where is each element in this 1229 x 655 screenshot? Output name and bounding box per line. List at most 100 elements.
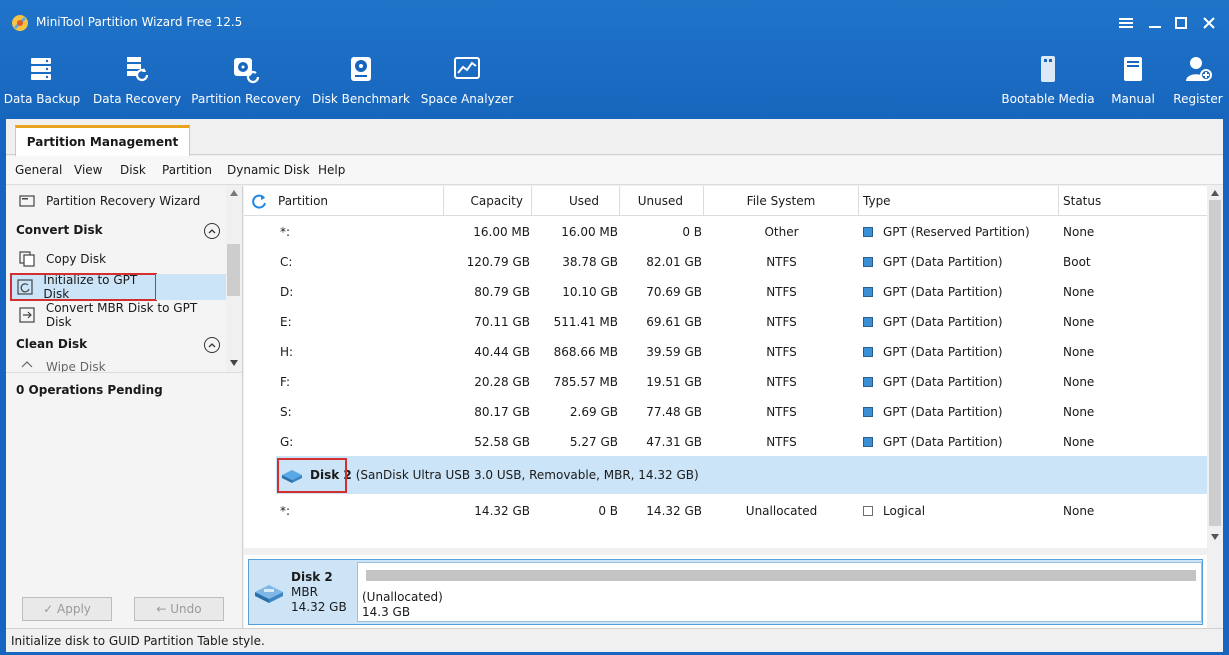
cell-partition: S:	[280, 405, 292, 419]
cell-type: GPT (Data Partition)	[863, 397, 1003, 427]
table-row[interactable]: *: 16.00 MB 16.00 MB 0 B Other GPT (Reserved …	[244, 217, 1207, 247]
col-used[interactable]: Used	[532, 186, 620, 216]
manual-button[interactable]: Manual	[1108, 54, 1158, 114]
copy-disk-item[interactable]: Copy Disk	[10, 246, 225, 272]
cell-status: None	[1063, 315, 1095, 329]
menu-disk[interactable]: Disk	[120, 163, 146, 177]
cell-status: None	[1063, 225, 1095, 239]
bootable-media-button[interactable]: Bootable Media	[1001, 54, 1095, 114]
data-backup-button[interactable]: Data Backup	[4, 54, 80, 114]
cell-type: GPT (Data Partition)	[863, 277, 1003, 307]
menu-view[interactable]: View	[74, 163, 102, 177]
cell-status: None	[1063, 285, 1095, 299]
menu-icon[interactable]	[1115, 12, 1137, 34]
menu-dynamic-disk[interactable]: Dynamic Disk	[227, 163, 310, 177]
table-scroll-up-icon[interactable]	[1211, 190, 1219, 196]
cell-type-label: GPT (Data Partition)	[883, 255, 1003, 269]
cell-used: 0 B	[598, 504, 618, 518]
collapse-clean-disk-icon[interactable]	[204, 337, 220, 353]
cell-type: GPT (Data Partition)	[863, 427, 1003, 457]
col-file-system[interactable]: File System	[704, 186, 859, 216]
space-analyzer-button[interactable]: Space Analyzer	[421, 54, 513, 114]
disk-map-usb-icon	[255, 585, 283, 603]
maximize-button[interactable]	[1170, 12, 1192, 34]
convert-mbr-to-gpt-item[interactable]: Convert MBR Disk to GPT Disk	[10, 301, 225, 329]
initialize-gpt-label: Initialize to GPT Disk	[43, 273, 138, 301]
cell-type-label: GPT (Data Partition)	[883, 405, 1003, 419]
cell-type: GPT (Reserved Partition)	[863, 217, 1030, 247]
title-bar: MiniTool Partition Wizard Free 12.5	[0, 0, 1229, 44]
table-row[interactable]: E: 70.11 GB 511.41 MB 69.61 GB NTFS GPT (Data…	[244, 307, 1207, 337]
operations-panel: Partition Recovery Wizard Convert Disk C…	[6, 186, 243, 628]
menu-partition[interactable]: Partition	[162, 163, 212, 177]
cell-partition: E:	[280, 315, 292, 329]
disk-benchmark-button[interactable]: Disk Benchmark	[312, 54, 410, 114]
tab-partition-management[interactable]: Partition Management	[15, 125, 190, 156]
diskmap-scrollbar[interactable]	[1207, 555, 1223, 628]
col-type[interactable]: Type	[859, 186, 1059, 216]
disk-map-name: Disk 2	[291, 570, 333, 584]
tab-bar: Partition Management	[6, 119, 1223, 156]
undo-button[interactable]: ← Undo	[134, 597, 224, 621]
cell-type-label: GPT (Data Partition)	[883, 345, 1003, 359]
table-header: Partition Capacity Used Unused File Syst…	[244, 186, 1207, 216]
partition-recovery-button[interactable]: Partition Recovery	[191, 54, 301, 114]
cell-file-system: NTFS	[766, 375, 797, 389]
minimize-button[interactable]	[1144, 12, 1166, 34]
collapse-convert-disk-icon[interactable]	[204, 223, 220, 239]
section-convert-disk: Convert Disk	[16, 223, 103, 237]
col-unused[interactable]: Unused	[620, 186, 704, 216]
table-row[interactable]: *: 14.32 GB 0 B 14.32 GB Unallocated Log…	[244, 496, 1207, 526]
sidebar-scroll-thumb[interactable]	[227, 244, 240, 296]
register-button[interactable]: Register	[1172, 54, 1224, 114]
cell-file-system: NTFS	[766, 435, 797, 449]
cell-used: 785.57 MB	[553, 375, 618, 389]
wipe-disk-item[interactable]: Wipe Disk	[10, 360, 225, 372]
cell-partition: D:	[280, 285, 294, 299]
cell-type: Logical	[863, 496, 925, 526]
menu-general[interactable]: General	[15, 163, 62, 177]
disk2-row[interactable]: Disk 2 (SanDisk Ultra USB 3.0 USB, Remov…	[276, 456, 1207, 494]
col-partition[interactable]: Partition	[274, 186, 444, 216]
data-recovery-button[interactable]: Data Recovery	[93, 54, 181, 114]
table-scroll-thumb[interactable]	[1209, 200, 1221, 526]
wizard-icon	[18, 192, 36, 210]
disk-map-card[interactable]: Disk 2 MBR 14.32 GB (Unallocated) 14.3 G…	[248, 559, 1203, 625]
cell-partition: G:	[280, 435, 294, 449]
unallocated-block[interactable]: (Unallocated) 14.3 GB	[357, 562, 1202, 622]
cell-status: None	[1063, 504, 1095, 518]
main-window: Partition Management General View Disk P…	[6, 119, 1223, 652]
table-scroll-down-icon[interactable]	[1211, 534, 1219, 540]
refresh-icon[interactable]	[250, 192, 268, 210]
cell-status: None	[1063, 345, 1095, 359]
table-row[interactable]: S: 80.17 GB 2.69 GB 77.48 GB NTFS GPT (Data P…	[244, 397, 1207, 427]
cell-file-system: NTFS	[766, 405, 797, 419]
table-row[interactable]: C: 120.79 GB 38.78 GB 82.01 GB NTFS GPT (Data…	[244, 247, 1207, 277]
table-row[interactable]: G: 52.58 GB 5.27 GB 47.31 GB NTFS GPT (Data P…	[244, 427, 1207, 457]
table-vertical-scrollbar[interactable]	[1207, 186, 1223, 548]
cell-type-label: GPT (Data Partition)	[883, 315, 1003, 329]
menu-bar: General View Disk Partition Dynamic Disk…	[6, 156, 1223, 185]
cell-unused: 70.69 GB	[646, 285, 702, 299]
close-button[interactable]	[1198, 12, 1220, 34]
table-row[interactable]: H: 40.44 GB 868.66 MB 39.59 GB NTFS GPT (Data…	[244, 337, 1207, 367]
scroll-down-icon[interactable]	[230, 360, 238, 366]
disk-benchmark-icon	[351, 57, 371, 81]
col-capacity[interactable]: Capacity	[444, 186, 532, 216]
disk-map-style: MBR	[291, 585, 318, 599]
scroll-up-icon[interactable]	[230, 190, 238, 196]
cell-file-system: NTFS	[766, 345, 797, 359]
type-swatch-icon	[863, 506, 873, 516]
initialize-to-gpt-disk-item[interactable]: Initialize to GPT Disk	[10, 273, 157, 301]
table-row[interactable]: F: 20.28 GB 785.57 MB 19.51 GB NTFS GPT (Data…	[244, 367, 1207, 397]
table-row[interactable]: D: 80.79 GB 10.10 GB 70.69 GB NTFS GPT (Data …	[244, 277, 1207, 307]
col-status[interactable]: Status	[1059, 186, 1207, 216]
apply-button[interactable]: ✓ Apply	[22, 597, 112, 621]
cell-status: None	[1063, 435, 1095, 449]
menu-help[interactable]: Help	[318, 163, 345, 177]
cell-unused: 77.48 GB	[646, 405, 702, 419]
partition-recovery-wizard-item[interactable]: Partition Recovery Wizard	[10, 188, 225, 214]
cell-partition: *:	[280, 504, 291, 518]
cell-file-system: NTFS	[766, 255, 797, 269]
type-swatch-icon	[863, 317, 873, 327]
